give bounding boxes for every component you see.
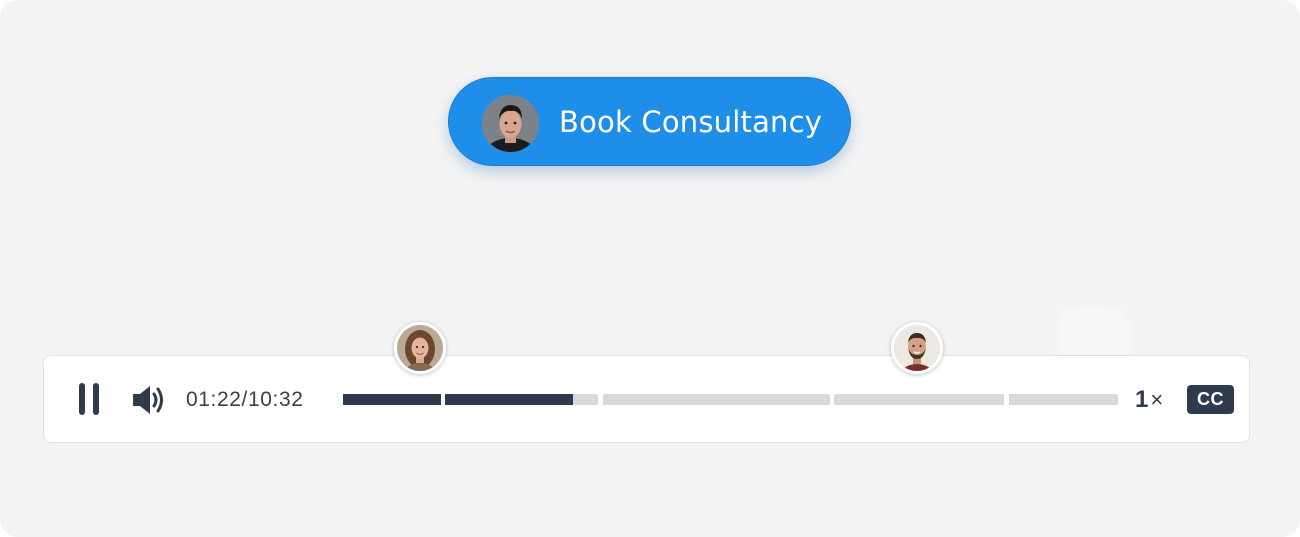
- progress-chapter-segment[interactable]: [1008, 394, 1118, 405]
- consultant-avatar-icon: [482, 95, 539, 152]
- captions-button[interactable]: CC: [1187, 385, 1234, 414]
- woman-avatar-icon: [396, 325, 443, 371]
- pause-icon: [79, 383, 85, 415]
- pause-button[interactable]: [77, 383, 105, 415]
- progress-played-fill: [343, 394, 441, 405]
- playback-speed-button[interactable]: 1×: [1135, 385, 1163, 415]
- volume-button[interactable]: [131, 383, 167, 417]
- time-display: 01:22/10:32: [186, 388, 304, 411]
- book-consultancy-button[interactable]: Book Consultancy: [448, 77, 851, 166]
- book-consultancy-label: Book Consultancy: [559, 105, 823, 139]
- speed-suffix: ×: [1150, 387, 1164, 412]
- volume-icon: [133, 386, 163, 414]
- pause-icon-bar: [93, 383, 99, 415]
- progress-chapter-segment[interactable]: [834, 394, 1005, 405]
- speed-value: 1: [1135, 386, 1149, 413]
- page-background: Book Consultancy 01:22/10:32 1× CC: [0, 0, 1300, 537]
- chapter-marker-man-avatar[interactable]: [891, 322, 944, 374]
- man-avatar-icon: [894, 325, 941, 371]
- progress-chapter-segment[interactable]: [602, 394, 830, 405]
- progress-played-fill: [445, 394, 574, 405]
- chapter-marker-woman-avatar[interactable]: [393, 322, 446, 374]
